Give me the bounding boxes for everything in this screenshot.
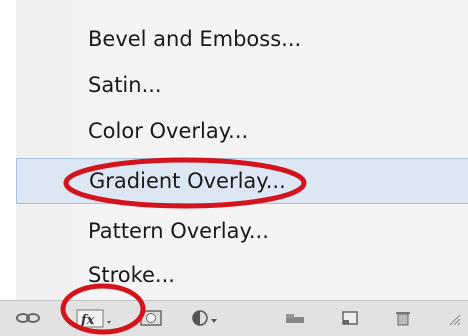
menu-item-label: Stroke... bbox=[88, 263, 175, 287]
menu-item-gradient-overlay[interactable]: Gradient Overlay... bbox=[16, 158, 468, 204]
menu-item-stroke[interactable]: Stroke... bbox=[16, 252, 468, 298]
menu-item-color-overlay[interactable]: Color Overlay... bbox=[16, 108, 468, 154]
menu-item-satin[interactable]: Satin... bbox=[16, 62, 468, 108]
adjustment-icon[interactable] bbox=[190, 309, 220, 327]
menu-item-label: Pattern Overlay... bbox=[88, 219, 269, 243]
menu-item-label: Gradient Overlay... bbox=[89, 169, 286, 193]
fx-icon[interactable]: fx bbox=[76, 309, 116, 328]
menu-item-bevel-and-emboss[interactable]: Bevel and Emboss... bbox=[16, 16, 468, 62]
mask-icon[interactable] bbox=[140, 309, 162, 327]
menu-item-pattern-overlay[interactable]: Pattern Overlay... bbox=[16, 208, 468, 254]
svg-text:fx: fx bbox=[80, 313, 95, 328]
trash-icon[interactable] bbox=[392, 309, 414, 327]
group-icon[interactable] bbox=[284, 309, 306, 327]
menu-item-label: Bevel and Emboss... bbox=[88, 27, 302, 51]
new-layer-icon[interactable] bbox=[340, 309, 362, 327]
layer-style-menu: Bevel and Emboss... Satin... Color Overl… bbox=[16, 0, 468, 300]
layers-panel-toolbar: fx bbox=[0, 300, 468, 336]
screenshot: Bevel and Emboss... Satin... Color Overl… bbox=[0, 0, 468, 336]
menu-item-label: Color Overlay... bbox=[88, 119, 249, 143]
link-icon[interactable] bbox=[16, 309, 40, 327]
menu-item-label: Satin... bbox=[88, 73, 162, 97]
panel-resize-grip-icon[interactable] bbox=[448, 309, 462, 327]
